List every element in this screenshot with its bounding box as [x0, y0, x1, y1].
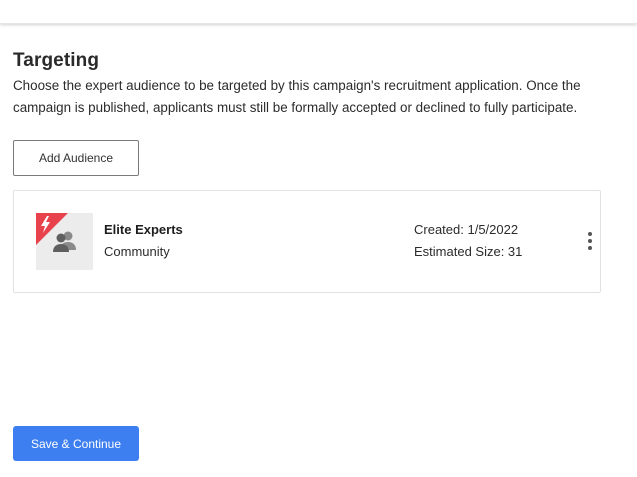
- menu-dot: [588, 239, 592, 243]
- top-bar: [0, 0, 637, 24]
- audience-name: Elite Experts: [104, 222, 183, 237]
- section-title: Targeting: [13, 50, 100, 71]
- menu-dot: [588, 246, 592, 250]
- community-people-icon: [53, 231, 76, 252]
- audience-estimated-size: Estimated Size: 31: [414, 244, 523, 259]
- audience-type: Community: [104, 244, 170, 259]
- audience-created-date: Created: 1/5/2022: [414, 222, 519, 237]
- more-options-icon[interactable]: [582, 229, 598, 253]
- section-description: Choose the expert audience to be targete…: [13, 78, 581, 115]
- save-continue-button[interactable]: Save & Continue: [13, 426, 139, 461]
- menu-dot: [588, 232, 592, 236]
- audience-card[interactable]: Elite Experts Community Created: 1/5/202…: [13, 190, 601, 293]
- add-audience-button[interactable]: Add Audience: [13, 140, 139, 176]
- audience-thumbnail: [36, 213, 93, 270]
